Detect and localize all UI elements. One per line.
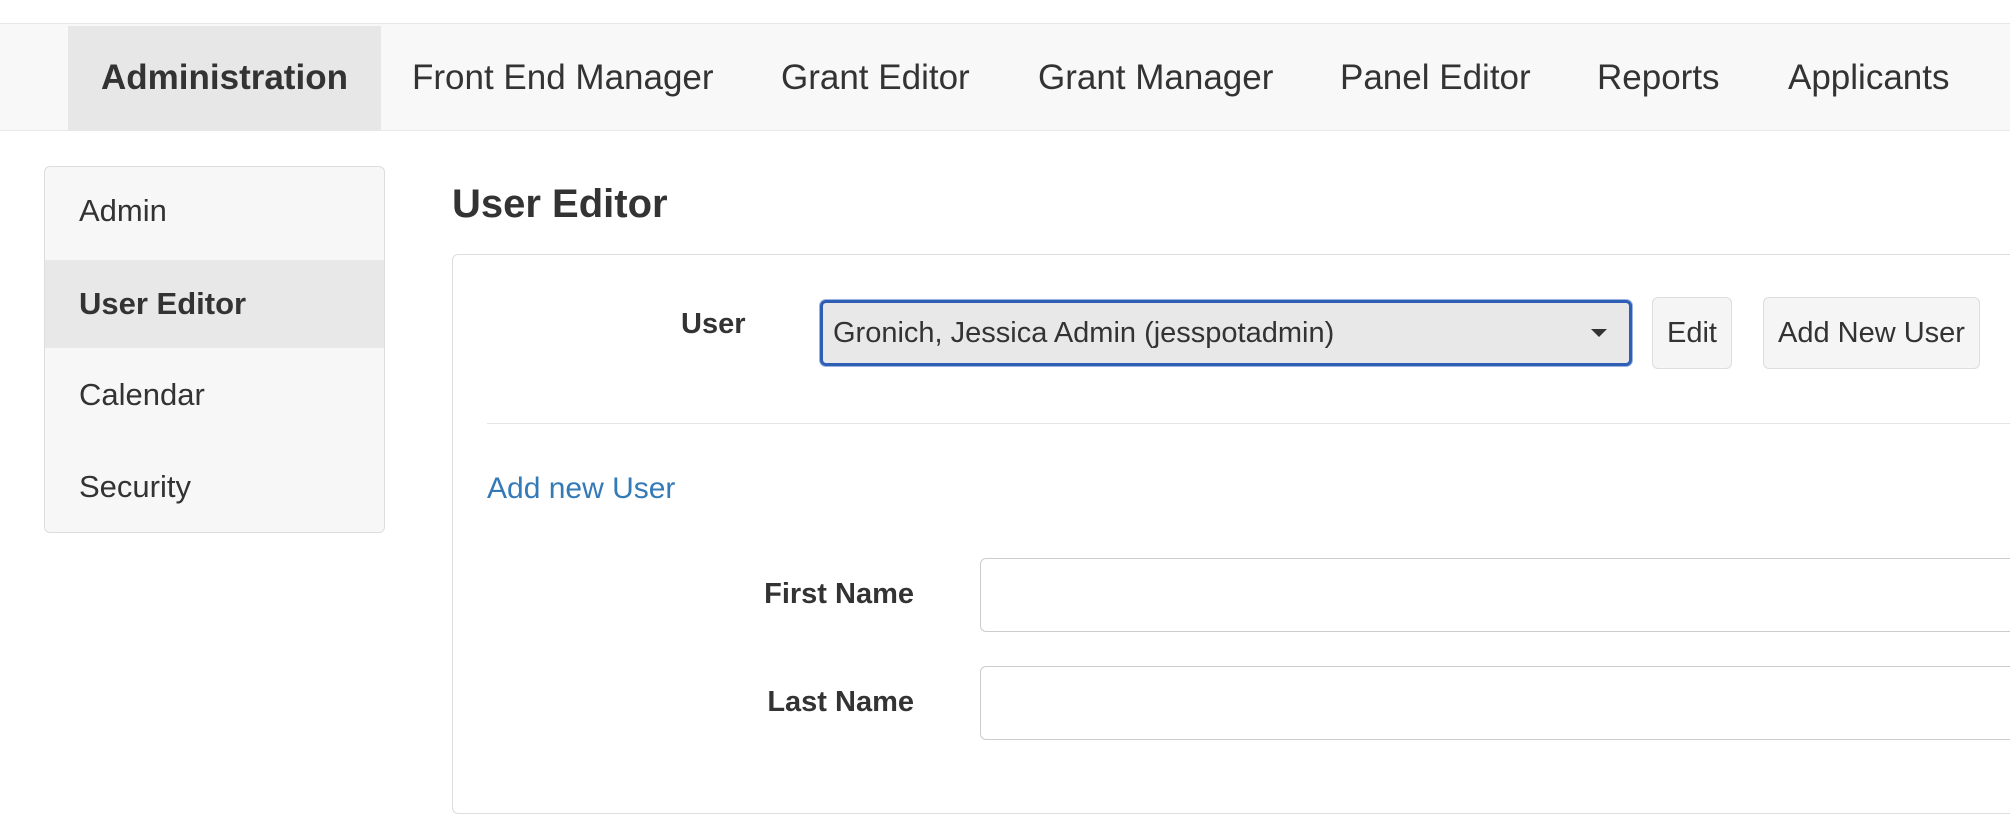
sidebar-item-calendar[interactable]: Calendar <box>45 351 384 439</box>
sidebar-item-user-editor[interactable]: User Editor <box>45 260 384 348</box>
add-new-user-button[interactable]: Add New User <box>1763 297 1980 369</box>
nav-tab-grant-manager[interactable]: Grant Manager <box>1038 26 1273 130</box>
add-new-user-link[interactable]: Add new User <box>487 472 675 506</box>
nav-tab-administration[interactable]: Administration <box>68 26 381 130</box>
first-name-input[interactable] <box>980 558 2010 632</box>
top-navigation-bar: Administration Front End Manager Grant E… <box>0 23 2010 131</box>
sidebar-item-security[interactable]: Security <box>45 443 384 531</box>
last-name-label: Last Name <box>767 686 914 718</box>
user-label: User <box>681 308 746 340</box>
nav-tab-applicants[interactable]: Applicants <box>1788 26 1949 130</box>
nav-tab-panel-editor[interactable]: Panel Editor <box>1340 26 1531 130</box>
section-divider <box>487 423 2010 424</box>
user-select[interactable]: Gronich, Jessica Admin (jesspotadmin) <box>820 300 1632 366</box>
first-name-label: First Name <box>764 578 914 610</box>
sidebar: Admin User Editor Calendar Security <box>44 166 385 533</box>
sidebar-item-admin[interactable]: Admin <box>45 167 384 255</box>
page-title: User Editor <box>452 182 668 226</box>
nav-tab-front-end-manager[interactable]: Front End Manager <box>412 26 714 130</box>
nav-tab-grant-editor[interactable]: Grant Editor <box>781 26 970 130</box>
last-name-input[interactable] <box>980 666 2010 740</box>
caret-down-icon <box>1591 329 1607 337</box>
nav-tab-reports[interactable]: Reports <box>1597 26 1720 130</box>
user-select-value: Gronich, Jessica Admin (jesspotadmin) <box>833 317 1335 349</box>
edit-button[interactable]: Edit <box>1652 297 1732 369</box>
